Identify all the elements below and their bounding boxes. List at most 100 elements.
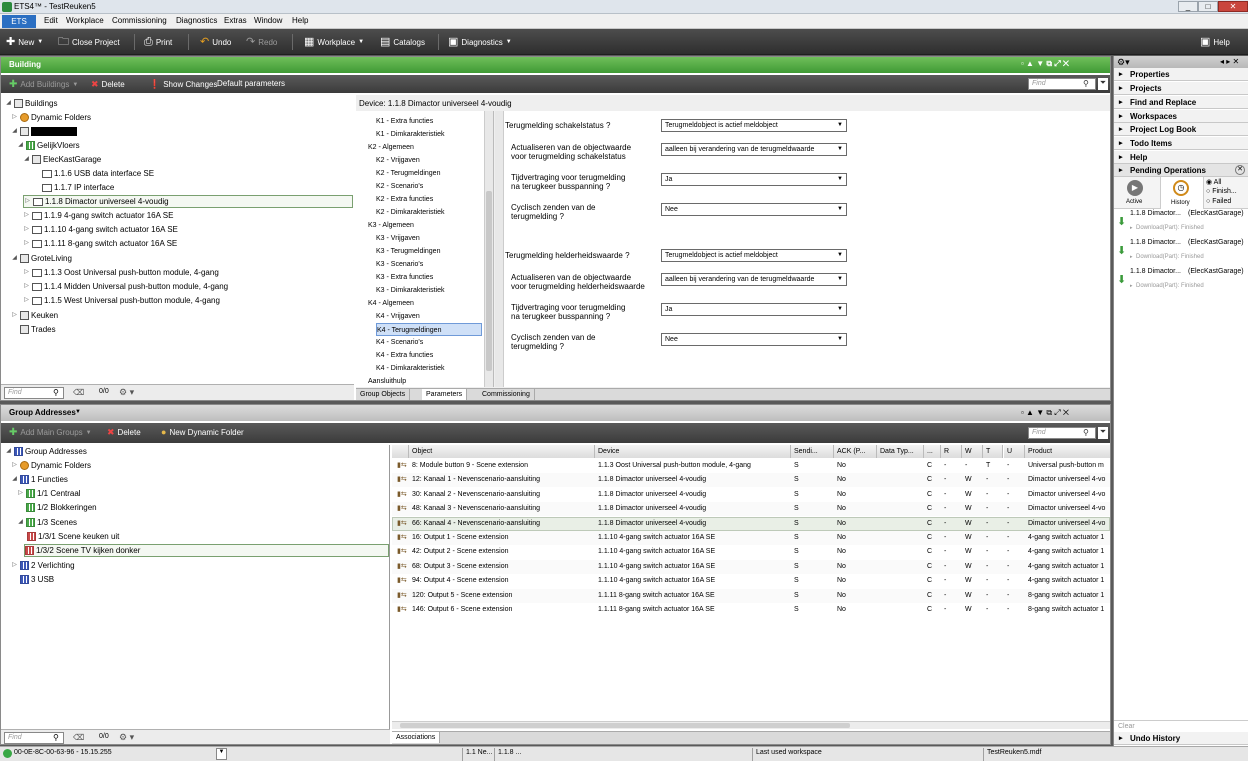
menu-diagnostics[interactable]: Diagnostics [176, 16, 217, 25]
menu-extras[interactable]: Extras [224, 16, 247, 25]
column-header[interactable]: ACK (P... [834, 445, 877, 458]
tree-item[interactable]: ▷ Dynamic Folders [11, 459, 91, 472]
tree-item[interactable]: ◢ ElecKastGarage [23, 153, 101, 166]
collapse-icon[interactable]: ◢ [5, 97, 12, 110]
param-page-item[interactable]: K3 - Dimkarakteristiek [376, 284, 444, 297]
chevron-down-icon[interactable]: ▼ [216, 748, 227, 760]
operation-title[interactable]: 1.1.8 Dimactor... [1130, 210, 1181, 217]
param-page-item[interactable]: K4 - Algemeen [368, 297, 414, 310]
collapse-icon[interactable]: ◢ [11, 473, 18, 486]
close-project-button[interactable]: 🗀 Close Project [58, 35, 120, 49]
param-dropdown[interactable]: Terugmeldobject is actief meldobject ▼ [661, 119, 847, 132]
param-page-item[interactable]: K3 - Scenario's [376, 258, 423, 271]
chevron-down-icon[interactable]: ▼ [75, 409, 81, 415]
expand-icon[interactable]: ▷ [11, 309, 18, 322]
param-page-item[interactable]: K2 - Extra functies [376, 193, 433, 206]
tree-item[interactable]: ◢ Group Addresses [5, 445, 87, 458]
connection-address[interactable]: 00-0E-8C-00-63-96 - 15.15.255 [14, 749, 112, 756]
param-page-item[interactable]: K3 - Extra functies [376, 271, 433, 284]
search-icon[interactable]: ⚲ [53, 388, 59, 397]
show-changes-button[interactable]: ❗ Show Changes [149, 79, 217, 90]
section-pending-operations[interactable]: Pending Operations [1114, 164, 1248, 177]
scrollbar-thumb[interactable] [486, 191, 492, 371]
tree-item[interactable]: ◢ 1 Functies [11, 473, 68, 486]
add-main-groups-button[interactable]: ✚ Add Main Groups ▼ [9, 427, 92, 438]
clear-filter-icon[interactable]: ⌫ [73, 388, 84, 397]
redo-button[interactable]: ↷ Redo [246, 35, 277, 49]
close-button[interactable]: ✕ [1218, 1, 1248, 12]
tree-item[interactable]: 3 USB [11, 573, 54, 586]
play-icon[interactable]: ▶ [1127, 180, 1143, 196]
param-page-item[interactable]: K2 - Scenario's [376, 180, 423, 193]
column-header[interactable]: Device [595, 445, 791, 458]
column-header[interactable]: Object [409, 445, 595, 458]
tree-item[interactable]: ▷ Dynamic Folders [11, 111, 91, 124]
param-dropdown[interactable]: aalleen bij verandering van de terugmeld… [661, 273, 847, 286]
tree-item[interactable]: 1/3/1 Scene keuken uit [27, 530, 119, 543]
tree-item[interactable]: ◢ GroteLiving [11, 252, 72, 265]
expand-icon[interactable]: ▷ [11, 459, 18, 472]
tree-item[interactable]: ◢ Buildings [5, 97, 57, 110]
collapse-icon[interactable]: ◢ [17, 139, 24, 152]
expand-icon[interactable]: ▷ [11, 559, 18, 572]
section-projects[interactable]: Projects [1114, 82, 1248, 95]
expand-icon[interactable]: ▸ [1130, 225, 1133, 231]
expand-icon[interactable]: ▸ [1130, 254, 1133, 260]
panel-window-controls-icon[interactable]: ▫ ▲ ▼ ⧉ ⤢ ✕ [1021, 408, 1069, 418]
param-dropdown[interactable]: Ja ▼ [661, 303, 847, 316]
param-page-item[interactable]: K2 - Algemeen [368, 141, 414, 154]
column-header[interactable]: Sendi... [791, 445, 834, 458]
tree-item[interactable]: ◢ [11, 125, 77, 138]
ets-app-button[interactable]: ETS [2, 15, 36, 28]
filter-icon[interactable]: ⏷ [1098, 78, 1108, 90]
expand-icon[interactable]: ▷ [23, 294, 30, 307]
filter-all-radio[interactable]: ◉ All [1206, 178, 1221, 186]
param-page-item[interactable]: K4 - Scenario's [376, 336, 423, 349]
column-header[interactable]: T [983, 445, 1003, 458]
param-page-item[interactable]: K2 - Vrijgaven [376, 154, 420, 167]
close-icon[interactable]: ✕ [1235, 165, 1245, 175]
maximize-button[interactable]: □ [1198, 1, 1218, 12]
default-parameters-button[interactable]: Default parameters [217, 79, 285, 88]
tree-item[interactable]: ▷ 1.1.10 4-gang switch actuator 16A SE [23, 223, 178, 236]
tree-item[interactable]: ▷ 1.1.5 West Universal push-button module… [23, 294, 220, 307]
undo-button[interactable]: ↶ Undo [200, 35, 231, 49]
param-page-item[interactable]: K4 - Vrijgaven [376, 310, 420, 323]
tab-group-objects[interactable]: Group Objects [356, 389, 411, 400]
workplace-button[interactable]: ▦ Workplace ▼ [304, 35, 364, 49]
param-dropdown[interactable]: Nee ▼ [661, 203, 847, 216]
filter-failed-radio[interactable]: ○ Failed [1206, 198, 1231, 205]
tree-item[interactable]: ◢ 1/3 Scenes [17, 516, 77, 529]
tab-parameters[interactable]: Parameters [422, 389, 468, 400]
tree-item[interactable]: ▷ 2 Verlichting [11, 559, 75, 572]
section-undo-history[interactable]: Undo History [1114, 732, 1248, 745]
tree-item[interactable]: 1.1.7 IP interface [33, 181, 114, 194]
expand-icon[interactable]: ▸ [1130, 283, 1133, 289]
param-dropdown[interactable]: Nee ▼ [661, 333, 847, 346]
collapse-icon[interactable]: ◢ [11, 125, 18, 138]
section-todo-items[interactable]: Todo Items [1114, 137, 1248, 150]
gear-icon[interactable]: ⚙ ▾ [119, 387, 134, 398]
tree-item[interactable]: ▷ 1.1.11 8-gang switch actuator 16A SE [23, 237, 177, 250]
expand-icon[interactable]: ▷ [23, 237, 30, 250]
param-dropdown[interactable]: aalleen bij verandering van de terugmeld… [661, 143, 847, 156]
menu-commissioning[interactable]: Commissioning [112, 16, 167, 25]
clear-filter-icon[interactable]: ⌫ [73, 733, 84, 742]
panel-window-controls-icon[interactable]: ◂ ▸ ✕ [1220, 57, 1239, 66]
tree-item[interactable]: 1.1.6 USB data interface SE [33, 167, 154, 180]
expand-icon[interactable]: ▷ [23, 223, 30, 236]
expand-icon[interactable]: ▷ [11, 111, 18, 124]
active-label[interactable]: Active [1126, 199, 1142, 205]
tree-item[interactable]: ▷ 1.1.3 Oost Universal push-button module… [23, 266, 219, 279]
tab-commissioning[interactable]: Commissioning [478, 389, 535, 400]
section-project-log-book[interactable]: Project Log Book [1114, 123, 1248, 136]
new-button[interactable]: ✚ New ▼ [6, 35, 43, 49]
collapse-icon[interactable]: ◢ [5, 445, 12, 458]
expand-icon[interactable]: ▷ [23, 209, 30, 222]
column-header[interactable]: ... [924, 445, 941, 458]
param-dropdown[interactable]: Ja ▼ [661, 173, 847, 186]
help-button[interactable]: ▣ Help [1200, 35, 1230, 49]
param-dropdown[interactable]: Terugmeldobject is actief meldobject ▼ [661, 249, 847, 262]
add-buildings-button[interactable]: ✚ Add Buildings ▼ [9, 79, 78, 90]
menu-workplace[interactable]: Workplace [66, 16, 104, 25]
